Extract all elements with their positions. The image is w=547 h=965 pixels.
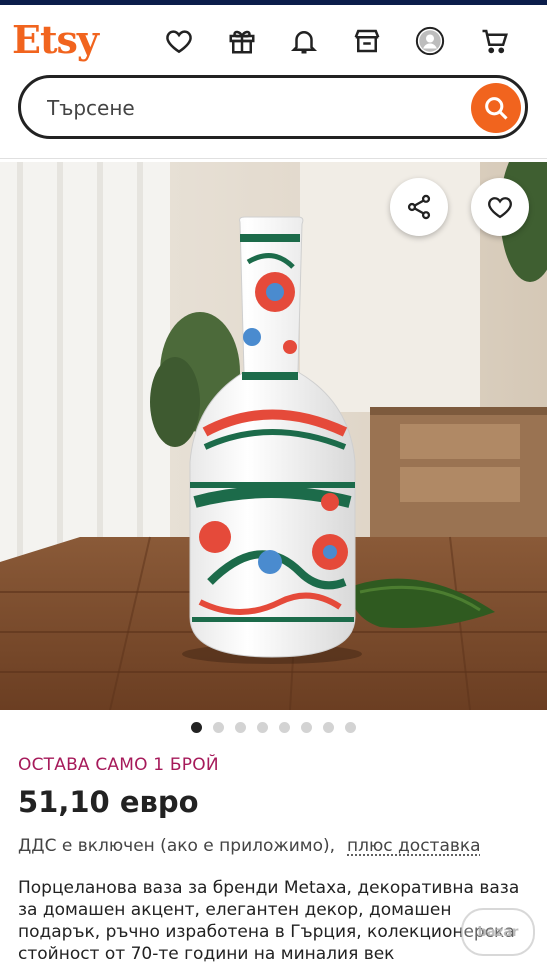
carousel-dot[interactable] [301,722,312,733]
carousel-dot[interactable] [323,722,334,733]
bell-icon[interactable] [286,23,322,59]
search-button[interactable] [471,83,521,133]
header: Etsy [0,5,547,75]
carousel-dot[interactable] [279,722,290,733]
etsy-logo[interactable]: Etsy [12,17,98,62]
carousel-dot[interactable] [345,722,356,733]
carousel-dot[interactable] [191,722,202,733]
vat-note: ДДС е включен (ако е приложимо), плюс дос… [18,836,481,856]
search-bar [18,75,528,139]
product-image[interactable] [0,162,547,710]
search-icon [482,94,510,122]
header-divider [0,158,547,159]
gift-icon[interactable] [224,23,260,59]
shop-icon[interactable] [349,23,385,59]
share-icon [405,193,433,221]
carousel-dot[interactable] [235,722,246,733]
carousel-dot[interactable] [257,722,268,733]
cart-icon[interactable] [477,23,513,59]
carousel-dot[interactable] [213,722,224,733]
avatar[interactable] [412,23,448,59]
shipping-link[interactable]: плюс доставка [347,836,481,856]
image-carousel-dots [0,722,547,738]
favorite-button[interactable] [471,178,529,236]
watermark-logo: bazar [461,908,535,956]
share-button[interactable] [390,178,448,236]
stock-notice: ОСТАВА САМО 1 БРОЙ [18,755,219,775]
product-description: Порцеланова ваза за бренди Metaxa, декор… [18,877,533,965]
favorite-heart-icon [486,193,514,221]
price: 51,10 евро [18,785,199,819]
search-input[interactable] [45,90,449,126]
vat-text: ДДС е включен (ако е приложимо), [18,836,335,856]
favorites-heart-icon[interactable] [161,23,197,59]
